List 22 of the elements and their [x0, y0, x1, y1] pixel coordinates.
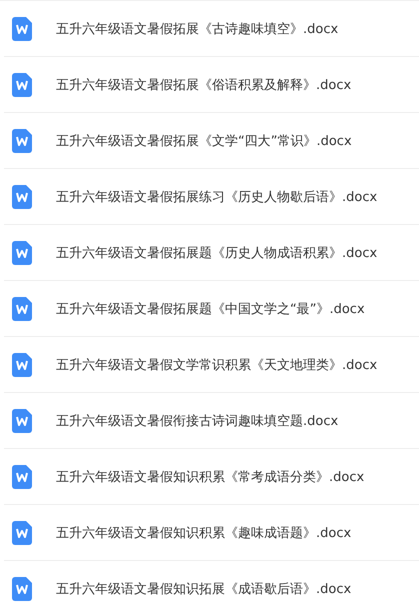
word-file-icon [12, 520, 32, 544]
word-file-icon [12, 16, 32, 40]
file-name[interactable]: 五升六年级语文暑假拓展练习《历史人物歇后语》.docx [56, 188, 378, 206]
file-name[interactable]: 五升六年级语文暑假拓展《俗语积累及解释》.docx [56, 76, 352, 94]
file-name[interactable]: 五升六年级语文暑假知识拓展《成语歇后语》.docx [56, 580, 352, 598]
file-name[interactable]: 五升六年级语文暑假拓展《古诗趣味填空》.docx [56, 20, 338, 38]
file-name[interactable]: 五升六年级语文暑假知识积累《趣味成语题》.docx [56, 524, 352, 542]
word-file-icon [12, 576, 32, 600]
file-name[interactable]: 五升六年级语文暑假拓展《文学“四大”常识》.docx [56, 132, 352, 150]
word-file-icon [12, 408, 32, 432]
word-file-icon [12, 184, 32, 208]
file-name[interactable]: 五升六年级语文暑假衔接古诗词趣味填空题.docx [56, 412, 338, 430]
word-file-icon [12, 240, 32, 264]
file-name[interactable]: 五升六年级语文暑假拓展题《中国文学之“最”》.docx [56, 300, 365, 318]
file-name[interactable]: 五升六年级语文暑假拓展题《历史人物成语积累》.docx [56, 244, 378, 262]
word-file-icon [12, 128, 32, 152]
word-file-icon [12, 296, 32, 320]
file-name[interactable]: 五升六年级语文暑假文学常识积累《天文地理类》.docx [56, 356, 378, 374]
word-file-icon [12, 352, 32, 376]
word-file-icon [12, 464, 32, 488]
file-name[interactable]: 五升六年级语文暑假知识积累《常考成语分类》.docx [56, 468, 364, 486]
word-file-icon [12, 72, 32, 96]
